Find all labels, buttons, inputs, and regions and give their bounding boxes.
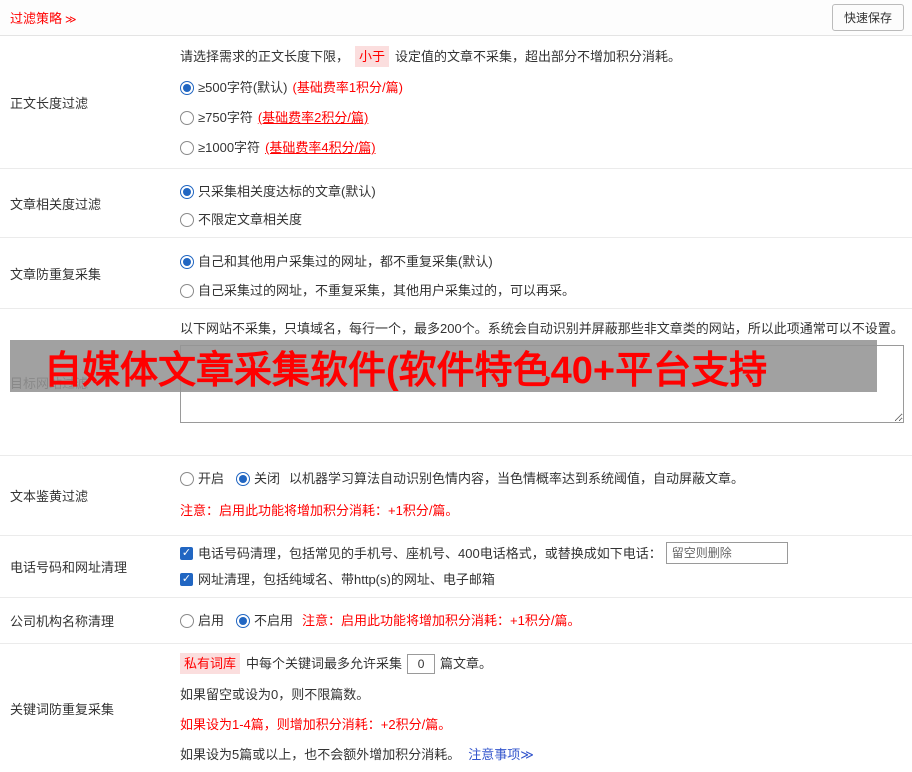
porn-filter-options: 开启 关闭 以机器学习算法自动识别色情内容，当色情概率达到系统阈值，自动屏蔽文章… [180, 469, 904, 488]
row-label-text: 文章防重复采集 [10, 266, 102, 282]
length-option-500: ≥500字符(默认) (基础费率1积分/篇) [180, 78, 904, 97]
length-intro-post: 设定值的文章不采集，超出部分不增加积分消耗。 [395, 49, 682, 64]
row-content-phone-url: 电话号码清理，包括常见的手机号、座机号、400电话格式，或替换成如下电话： 网址… [178, 536, 912, 597]
keyword-note-cost: 如果设为1-4篇，则增加积分消耗：+2积分/篇。 [180, 717, 452, 732]
length-intro-pre: 请选择需求的正文长度下限， [180, 49, 350, 64]
row-content-dedup: 自己和其他用户采集过的网址，都不重复采集(默认) 自己采集过的网址，不重复采集，… [178, 238, 912, 308]
length-option-750: ≥750字符 (基础费率2积分/篇) [180, 108, 904, 127]
row-label-porn: 文本鉴黄过滤 [0, 456, 178, 535]
length-1000-radio[interactable] [180, 140, 194, 155]
row-label-keyword: 关键词防重复采集 [0, 644, 178, 772]
row-content-company: 启用 不启用 注意：启用此功能将增加积分消耗：+1积分/篇。 [178, 598, 912, 643]
length-1000-label: ≥1000字符 [198, 140, 261, 155]
row-content-keyword: 私有词库 中每个关键词最多允许采集 篇文章。 如果留空或设为0，则不限篇数。 如… [178, 644, 912, 772]
row-label-text: 公司机构名称清理 [10, 614, 115, 629]
porn-filter-description: 以机器学习算法自动识别色情内容，当色情概率达到系统阈值，自动屏蔽文章。 [289, 471, 745, 486]
dedup-all-label: 自己和其他用户采集过的网址，都不重复采集(默认) [198, 254, 493, 269]
keyword-count-input[interactable] [407, 653, 436, 674]
length-750-label: ≥750字符 [198, 110, 253, 125]
phone-replace-input[interactable] [665, 542, 788, 564]
company-off-radio[interactable] [236, 613, 251, 628]
row-keyword-dedup: 关键词防重复采集 私有词库 中每个关键词最多允许采集 篇文章。 如果留空或设为0… [0, 644, 912, 772]
row-content-length: 请选择需求的正文长度下限， 小于 设定值的文章不采集，超出部分不增加积分消耗。 … [178, 36, 912, 168]
phone-clean-checkbox[interactable] [180, 546, 193, 560]
length-750-note: (基础费率2积分/篇) [257, 110, 369, 125]
keyword-note-free-line: 如果设为5篇或以上，也不会额外增加积分消耗。 注意事项≫ [180, 745, 904, 764]
row-label-phone-url: 电话号码和网址清理 [0, 536, 178, 597]
row-label-text: 电话号码和网址清理 [10, 560, 128, 575]
url-clean-label: 网址清理，包括纯域名、带http(s)的网址、电子邮箱 [198, 572, 495, 587]
topbar: 过滤策略 ≫ 快速保存 [0, 0, 912, 36]
porn-on-radio[interactable] [180, 471, 194, 486]
row-phone-url-clean: 电话号码和网址清理 电话号码清理，包括常见的手机号、座机号、400电话格式，或替… [0, 536, 912, 598]
relevance-option-strict: 只采集相关度达标的文章(默认) [180, 182, 904, 201]
dedup-self-radio[interactable] [180, 283, 194, 298]
company-clean-options: 启用 不启用 注意：启用此功能将增加积分消耗：+1积分/篇。 [180, 611, 904, 630]
length-500-label: ≥500字符(默认) [198, 80, 288, 95]
row-label-text: 关键词防重复采集 [10, 701, 115, 717]
chevron-down-icon: ≫ [65, 14, 77, 26]
keyword-count-suffix: 篇文章。 [440, 656, 493, 671]
dedup-self-label: 自己采集过的网址，不重复采集，其他用户采集过的，可以再采。 [198, 283, 576, 298]
length-intro: 请选择需求的正文长度下限， 小于 设定值的文章不采集，超出部分不增加积分消耗。 [180, 46, 904, 67]
quick-save-button[interactable]: 快速保存 [831, 4, 904, 31]
row-label-text: 正文长度过滤 [10, 95, 89, 111]
dedup-option-all: 自己和其他用户采集过的网址，都不重复采集(默认) [180, 252, 904, 271]
company-off-label: 不启用 [254, 613, 294, 628]
company-on-label: 启用 [198, 613, 225, 628]
keyword-note-unlimited: 如果留空或设为0，则不限篇数。 [180, 687, 370, 702]
length-500-radio[interactable] [180, 80, 194, 95]
filter-strategy-title[interactable]: 过滤策略 ≫ [10, 8, 77, 27]
watermark-text: 自媒体文章采集软件(软件特色40+平台支持 [44, 349, 768, 392]
relevance-strict-label: 只采集相关度达标的文章(默认) [198, 184, 376, 199]
row-label-relevance: 文章相关度过滤 [0, 169, 178, 237]
row-label-length: 正文长度过滤 [0, 36, 178, 168]
porn-on-label: 开启 [198, 471, 225, 486]
watermark-banner: 自媒体文章采集软件(软件特色40+平台支持 [10, 340, 877, 392]
length-option-1000: ≥1000字符 (基础费率4积分/篇) [180, 138, 904, 157]
row-content-relevance: 只采集相关度达标的文章(默认) 不限定文章相关度 [178, 169, 912, 237]
row-company-clean: 公司机构名称清理 启用 不启用 注意：启用此功能将增加积分消耗：+1积分/篇。 [0, 598, 912, 644]
porn-filter-note: 注意：启用此功能将增加积分消耗：+1积分/篇。 [180, 503, 459, 518]
row-dedup-filter: 文章防重复采集 自己和其他用户采集过的网址，都不重复采集(默认) 自己采集过的网… [0, 238, 912, 309]
keyword-note-free-text: 如果设为5篇或以上，也不会额外增加积分消耗。 [180, 747, 461, 762]
porn-off-radio[interactable] [236, 471, 251, 486]
relevance-strict-radio[interactable] [180, 184, 194, 199]
length-1000-note: (基础费率4积分/篇) [265, 140, 376, 155]
row-label-dedup: 文章防重复采集 [0, 238, 178, 308]
row-label-text: 文本鉴黄过滤 [10, 489, 89, 504]
dedup-option-self: 自己采集过的网址，不重复采集，其他用户采集过的，可以再采。 [180, 281, 904, 300]
phone-clean-label: 电话号码清理，包括常见的手机号、座机号、400电话格式，或替换成如下电话： [198, 545, 662, 561]
row-content-porn: 开启 关闭 以机器学习算法自动识别色情内容，当色情概率达到系统阈值，自动屏蔽文章… [178, 456, 912, 535]
notice-link[interactable]: 注意事项≫ [468, 745, 534, 764]
porn-off-label: 关闭 [254, 471, 281, 486]
url-clean-checkbox[interactable] [180, 573, 193, 586]
row-label-text: 文章相关度过滤 [10, 196, 102, 212]
dedup-all-radio[interactable] [180, 254, 194, 269]
keyword-count-line: 私有词库 中每个关键词最多允许采集 篇文章。 [180, 653, 904, 674]
company-clean-note: 注意：启用此功能将增加积分消耗：+1积分/篇。 [302, 613, 581, 628]
private-thesaurus-badge: 私有词库 [180, 653, 241, 674]
relevance-any-radio[interactable] [180, 212, 194, 227]
row-label-company: 公司机构名称清理 [0, 598, 178, 643]
page-title-text: 过滤策略 [10, 11, 63, 26]
row-length-filter: 正文长度过滤 请选择需求的正文长度下限， 小于 设定值的文章不采集，超出部分不增… [0, 36, 912, 169]
company-on-radio[interactable] [180, 613, 194, 628]
length-intro-highlight: 小于 [355, 46, 390, 67]
relevance-any-label: 不限定文章相关度 [198, 212, 303, 227]
row-porn-filter: 文本鉴黄过滤 开启 关闭 以机器学习算法自动识别色情内容，当色情概率达到系统阈值… [0, 456, 912, 536]
target-site-description: 以下网站不采集，只填域名，每行一个，最多200个。系统会自动识别并屏蔽那些非文章… [180, 321, 904, 336]
row-relevance-filter: 文章相关度过滤 只采集相关度达标的文章(默认) 不限定文章相关度 [0, 169, 912, 238]
length-750-radio[interactable] [180, 110, 194, 125]
phone-clean-line: 电话号码清理，包括常见的手机号、座机号、400电话格式，或替换成如下电话： [180, 542, 904, 564]
url-clean-line: 网址清理，包括纯域名、带http(s)的网址、电子邮箱 [180, 570, 904, 589]
length-500-note: (基础费率1积分/篇) [292, 80, 403, 95]
keyword-count-text: 中每个关键词最多允许采集 [246, 656, 403, 671]
relevance-option-any: 不限定文章相关度 [180, 210, 904, 229]
